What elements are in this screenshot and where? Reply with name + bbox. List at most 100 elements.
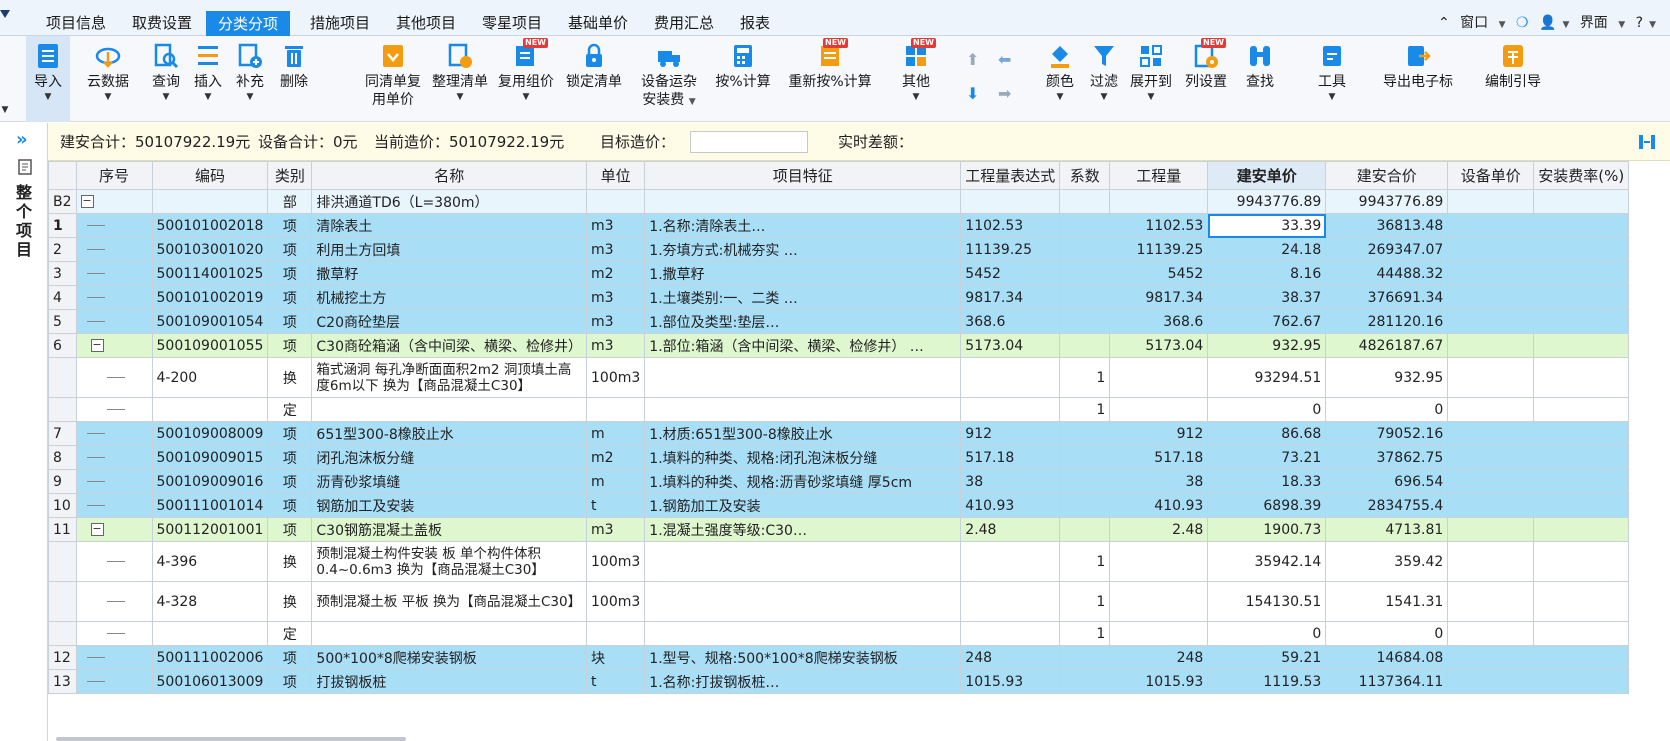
total-price-cell[interactable]: 696.54 xyxy=(1325,469,1449,494)
unit-price-cell[interactable]: 1119.53 xyxy=(1207,669,1327,694)
unit-cell[interactable]: m xyxy=(585,421,646,446)
unit-price-cell[interactable]: 73.21 xyxy=(1207,445,1327,470)
equip-price-cell[interactable] xyxy=(1447,309,1535,334)
organize-list-button[interactable]: 整理清单 ▼ xyxy=(428,36,492,122)
name-cell[interactable]: 651型300-8橡胶止水 xyxy=(311,421,587,446)
qty-cell[interactable]: 5173.04 xyxy=(1109,333,1209,358)
install-rate-cell[interactable] xyxy=(1533,309,1630,334)
total-price-cell[interactable]: 0 xyxy=(1325,397,1449,422)
unit-price-cell[interactable]: 932.95 xyxy=(1207,333,1327,358)
feature-cell[interactable]: 1.型号、规格:500*100*8爬梯安装钢板 xyxy=(644,645,962,670)
category-cell[interactable]: 项 xyxy=(267,445,313,470)
target-cost-input[interactable] xyxy=(690,131,808,153)
color-button[interactable]: 颜色 ▼ xyxy=(1040,36,1080,122)
unit-price-cell[interactable]: 762.67 xyxy=(1207,309,1327,334)
col-total-price[interactable]: 建安合价 xyxy=(1325,161,1449,190)
coef-cell[interactable] xyxy=(1059,469,1111,494)
category-cell[interactable]: 项 xyxy=(267,309,313,334)
tab-sub-items[interactable]: 分类分项 xyxy=(206,11,291,36)
tree-cell[interactable] xyxy=(75,469,153,494)
total-price-cell[interactable]: 9943776.89 xyxy=(1325,189,1449,214)
help-icon[interactable]: ? ▼ xyxy=(1636,15,1656,31)
category-cell[interactable]: 项 xyxy=(267,669,313,694)
qty-cell[interactable] xyxy=(1109,581,1209,622)
coef-cell[interactable] xyxy=(1059,261,1111,286)
tree-cell[interactable] xyxy=(75,669,153,694)
equipment-transport-button[interactable]: 设备运杂 安装费 ▼ xyxy=(636,36,702,122)
install-rate-cell[interactable] xyxy=(1533,669,1630,694)
expr-cell[interactable]: 410.93 xyxy=(960,493,1061,518)
install-rate-cell[interactable] xyxy=(1533,397,1630,422)
install-rate-cell[interactable] xyxy=(1533,517,1630,542)
collapse-toggle-icon[interactable]: − xyxy=(80,195,94,208)
coef-cell[interactable]: 1 xyxy=(1059,621,1111,646)
tree-cell[interactable] xyxy=(75,309,153,334)
code-cell[interactable]: 500114001025 xyxy=(151,261,269,286)
col-install-rate[interactable]: 安装费率(%) xyxy=(1533,161,1630,190)
move-left-icon[interactable]: ⬅ xyxy=(998,52,1011,68)
coef-cell[interactable]: 1 xyxy=(1059,541,1111,582)
equip-price-cell[interactable] xyxy=(1447,285,1535,310)
category-cell[interactable]: 定 xyxy=(267,621,313,646)
coef-cell[interactable]: 1 xyxy=(1059,397,1111,422)
expr-cell[interactable]: 368.6 xyxy=(960,309,1061,334)
feature-cell[interactable]: 1.部位:箱涵（含中间梁、横梁、检修井） … xyxy=(644,333,962,358)
equip-price-cell[interactable] xyxy=(1447,517,1535,542)
section-row[interactable]: B2− 部排洪通道TD6（L=380m） 9943776.89 9943776.89 xyxy=(48,189,1630,214)
table-row[interactable]: 13 500106013009 项打拔钢板桩 t 1.名称:打拔钢板桩… 1015.93 1… xyxy=(48,669,1630,694)
user-icon[interactable]: 👤 ▼ xyxy=(1539,15,1569,31)
equip-price-cell[interactable] xyxy=(1447,397,1535,422)
tree-cell[interactable] xyxy=(75,621,153,646)
collapse-toggle-icon[interactable]: − xyxy=(90,339,104,352)
qty-cell[interactable] xyxy=(1109,541,1209,582)
name-cell[interactable] xyxy=(311,621,587,646)
qty-cell[interactable]: 38 xyxy=(1109,469,1209,494)
feature-cell[interactable] xyxy=(644,541,962,582)
expand-sidebar-icon[interactable]: » xyxy=(16,129,28,150)
row-number[interactable]: B2 xyxy=(48,189,77,214)
column-settings-button[interactable]: NEW 列设置 xyxy=(1180,36,1232,122)
equip-price-cell[interactable] xyxy=(1447,493,1535,518)
qty-cell[interactable] xyxy=(1109,189,1209,214)
tree-cell[interactable] xyxy=(75,397,153,422)
feature-cell[interactable]: 1.钢筋加工及安装 xyxy=(644,493,962,518)
calc-percent-button[interactable]: 按%计算 xyxy=(710,36,776,122)
coef-cell[interactable] xyxy=(1059,493,1111,518)
total-price-cell[interactable]: 359.42 xyxy=(1325,541,1449,582)
install-rate-cell[interactable] xyxy=(1533,645,1630,670)
row-number[interactable] xyxy=(48,581,77,622)
col-unit[interactable]: 单位 xyxy=(585,161,646,190)
total-price-cell[interactable]: 4713.81 xyxy=(1325,517,1449,542)
install-rate-cell[interactable] xyxy=(1533,357,1630,398)
unit-price-cell[interactable]: 24.18 xyxy=(1207,237,1327,262)
col-category[interactable]: 类别 xyxy=(267,161,313,190)
tree-cell[interactable]: − xyxy=(75,189,153,214)
equip-price-cell[interactable] xyxy=(1447,357,1535,398)
tab-sporadic[interactable]: 零星项目 xyxy=(470,10,554,36)
unit-price-cell[interactable]: 154130.51 xyxy=(1207,581,1327,622)
unit-cell[interactable] xyxy=(585,397,646,422)
row-number[interactable] xyxy=(48,357,77,398)
unit-cell[interactable]: 100m3 xyxy=(585,541,646,582)
category-cell[interactable]: 项 xyxy=(267,493,313,518)
coef-cell[interactable] xyxy=(1059,333,1111,358)
category-cell[interactable]: 换 xyxy=(267,541,313,582)
table-row[interactable]: 9 500109009016 项沥青砂浆填缝 m 1.填料的种类、规格:沥青砂浆填缝 厚… xyxy=(48,469,1630,494)
name-cell[interactable]: 闭孔泡沫板分缝 xyxy=(311,445,587,470)
qty-cell[interactable]: 2.48 xyxy=(1109,517,1209,542)
equip-price-cell[interactable] xyxy=(1447,621,1535,646)
document-icon[interactable] xyxy=(17,159,33,175)
qty-cell[interactable]: 5452 xyxy=(1109,261,1209,286)
name-cell[interactable]: 沥青砂浆填缝 xyxy=(311,469,587,494)
table-row[interactable]: 3 500114001025 项撒草籽 m2 1.撒草籽 5452 5452 8.16 4448… xyxy=(48,261,1630,286)
total-price-cell[interactable]: 932.95 xyxy=(1325,357,1449,398)
row-number[interactable] xyxy=(48,541,77,582)
name-cell[interactable]: C20商砼垫层 xyxy=(311,309,587,334)
export-bid-button[interactable]: 导出电子标 xyxy=(1378,36,1458,122)
find-button[interactable]: 查找 xyxy=(1240,36,1280,122)
expr-cell[interactable]: 2.48 xyxy=(960,517,1061,542)
category-cell[interactable]: 部 xyxy=(267,189,313,214)
tree-cell[interactable] xyxy=(75,541,153,582)
equip-price-cell[interactable] xyxy=(1447,581,1535,622)
install-rate-cell[interactable] xyxy=(1533,621,1630,646)
